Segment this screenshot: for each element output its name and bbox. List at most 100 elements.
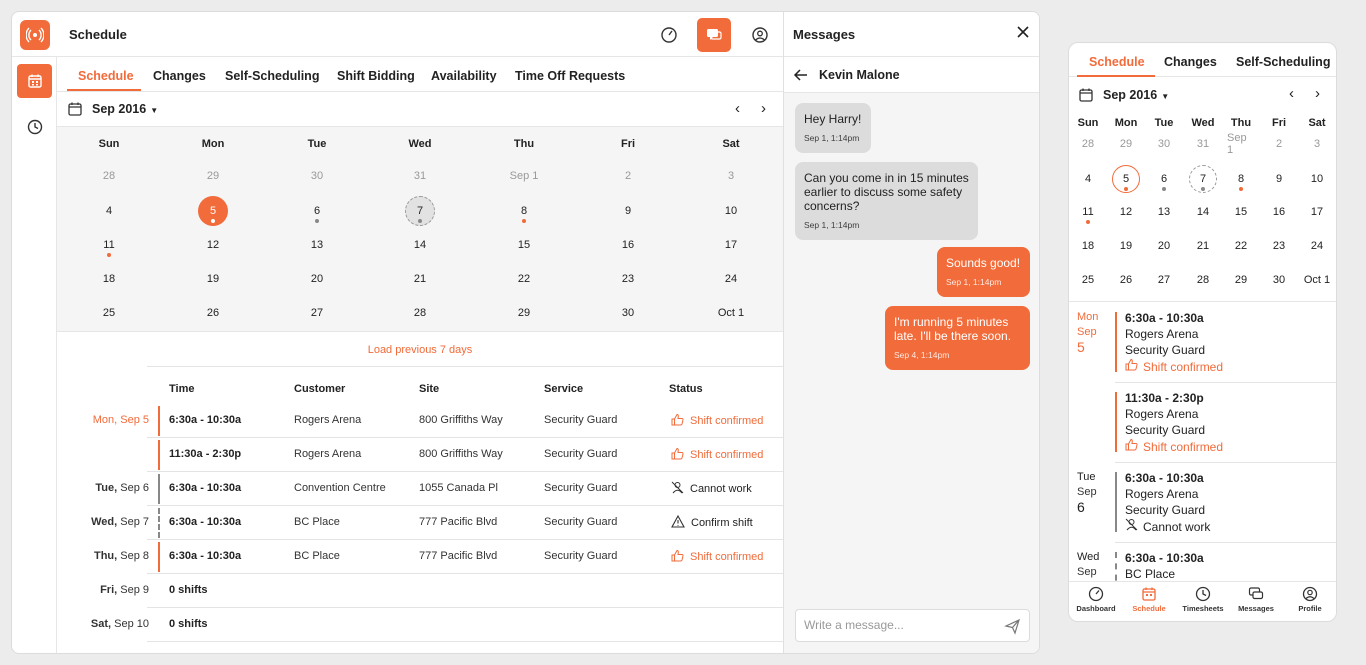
calendar-day[interactable]: 29 (1112, 130, 1140, 158)
nav-profile[interactable]: Profile (1283, 586, 1336, 613)
calendar-day[interactable]: 29 (198, 161, 228, 191)
calendar-day[interactable]: 30 (613, 298, 643, 328)
calendar-day[interactable]: 3 (716, 161, 746, 191)
calendar-day[interactable]: Sep 1 (509, 161, 539, 191)
close-icon[interactable] (1016, 25, 1030, 42)
calendar-day[interactable]: 16 (613, 230, 643, 260)
mobile-shift-card[interactable]: 6:30a - 10:30a BC Place (1115, 550, 1336, 581)
month-selector[interactable]: Sep 2016 ▼ (92, 102, 158, 116)
calendar-day[interactable]: 10 (716, 196, 746, 226)
shift-time[interactable]: 0 shifts (169, 618, 208, 630)
calendar-day[interactable]: 23 (613, 264, 643, 294)
calendar-day[interactable]: 14 (1189, 198, 1217, 226)
calendar-day[interactable]: 4 (1074, 165, 1102, 193)
calendar-day[interactable]: 12 (1112, 198, 1140, 226)
mobile-shift-card[interactable]: 11:30a - 2:30p Rogers Arena Security Guard… (1115, 390, 1336, 455)
calendar-day[interactable]: 26 (1112, 266, 1140, 294)
send-icon[interactable] (1004, 618, 1021, 638)
chevron-left-icon[interactable]: ‹ (1289, 85, 1294, 102)
calendar-day[interactable]: 27 (302, 298, 332, 328)
calendar-day[interactable]: 31 (405, 161, 435, 191)
tab-changes[interactable]: Changes (153, 69, 206, 83)
calendar-day[interactable]: 13 (1150, 198, 1178, 226)
calendar-day[interactable]: 17 (716, 230, 746, 260)
shift-status[interactable]: Shift confirmed (671, 549, 763, 565)
nav-schedule[interactable]: Schedule (1122, 586, 1176, 613)
app-logo-icon[interactable] (20, 20, 50, 50)
calendar-day[interactable]: 9 (613, 196, 643, 226)
calendar-day[interactable]: 20 (1150, 232, 1178, 260)
tab-self-scheduling[interactable]: Self-Scheduling (225, 69, 319, 83)
nav-messages[interactable]: Messages (1229, 586, 1283, 613)
calendar-day[interactable]: 15 (509, 230, 539, 260)
calendar-day[interactable]: 30 (1265, 266, 1293, 294)
calendar-day[interactable]: 3 (1303, 130, 1331, 158)
calendar-day[interactable]: 28 (405, 298, 435, 328)
profile-icon[interactable] (743, 18, 777, 52)
calendar-day[interactable]: 12 (198, 230, 228, 260)
calendar-day[interactable]: Sep 1 (1227, 130, 1255, 158)
chevron-left-icon[interactable]: ‹ (735, 100, 740, 117)
calendar-day[interactable]: 24 (1303, 232, 1331, 260)
calendar-day[interactable]: 29 (1227, 266, 1255, 294)
calendar-day[interactable]: 18 (94, 264, 124, 294)
nav-dashboard[interactable]: Dashboard (1069, 586, 1123, 613)
calendar-day[interactable]: 27 (1150, 266, 1178, 294)
calendar-day[interactable]: 21 (405, 264, 435, 294)
calendar-day[interactable]: 25 (1074, 266, 1102, 294)
calendar-day[interactable]: 21 (1189, 232, 1217, 260)
chevron-right-icon[interactable]: › (1315, 85, 1320, 102)
shift-status[interactable]: Shift confirmed (671, 413, 763, 429)
calendar-day[interactable]: 18 (1074, 232, 1102, 260)
mobile-shift-card[interactable]: 6:30a - 10:30a Rogers Arena Security Guard… (1115, 310, 1336, 375)
shift-time[interactable]: 11:30a - 2:30p (169, 448, 241, 460)
calendar-day[interactable]: 19 (1112, 232, 1140, 260)
calendar-day[interactable]: 14 (405, 230, 435, 260)
calendar-day[interactable]: 26 (198, 298, 228, 328)
calendar-day[interactable]: 30 (302, 161, 332, 191)
nav-timesheets[interactable]: Timesheets (1176, 586, 1230, 613)
calendar-day[interactable]: 13 (302, 230, 332, 260)
calendar-day[interactable]: 22 (509, 264, 539, 294)
calendar-day[interactable]: 10 (1303, 165, 1331, 193)
dashboard-icon[interactable] (652, 18, 686, 52)
calendar-day[interactable]: Oct 1 (716, 298, 746, 328)
calendar-day[interactable]: 31 (1189, 130, 1217, 158)
calendar-day[interactable]: 15 (1227, 198, 1255, 226)
calendar-day[interactable]: 29 (509, 298, 539, 328)
calendar-day[interactable]: 19 (198, 264, 228, 294)
tab-time-off-requests[interactable]: Time Off Requests (515, 69, 625, 83)
mobile-shift-card[interactable]: 6:30a - 10:30a Rogers Arena Security Guard… (1115, 470, 1336, 535)
tab-availability[interactable]: Availability (431, 69, 497, 83)
mobile-tab-self-scheduling[interactable]: Self-Scheduling (1236, 55, 1330, 69)
calendar-day[interactable]: 16 (1265, 198, 1293, 226)
calendar-day[interactable]: Oct 1 (1303, 266, 1331, 294)
shift-time[interactable]: 6:30a - 10:30a (169, 516, 241, 528)
shift-status[interactable]: Cannot work (671, 481, 752, 497)
shift-time[interactable]: 6:30a - 10:30a (169, 550, 241, 562)
calendar-day[interactable]: 28 (94, 161, 124, 191)
mobile-month-selector[interactable]: Sep 2016 ▼ (1103, 88, 1169, 102)
shift-time[interactable]: 6:30a - 10:30a (169, 414, 241, 426)
back-arrow-icon[interactable] (793, 68, 809, 85)
clock-icon[interactable] (17, 110, 52, 144)
shift-status[interactable]: Shift confirmed (671, 447, 763, 463)
chevron-right-icon[interactable]: › (761, 100, 766, 117)
calendar-day[interactable]: 24 (716, 264, 746, 294)
mobile-tab-changes[interactable]: Changes (1164, 55, 1217, 69)
calendar-day[interactable]: 2 (613, 161, 643, 191)
message-input[interactable] (804, 618, 994, 632)
tab-shift-bidding[interactable]: Shift Bidding (337, 69, 415, 83)
calendar-day[interactable]: 30 (1150, 130, 1178, 158)
load-previous-link[interactable]: Load previous 7 days (57, 344, 783, 356)
messages-icon[interactable] (697, 18, 731, 52)
calendar-day[interactable]: 20 (302, 264, 332, 294)
calendar-day[interactable]: 22 (1227, 232, 1255, 260)
calendar-day[interactable]: 9 (1265, 165, 1293, 193)
calendar-day[interactable]: 4 (94, 196, 124, 226)
tab-schedule[interactable]: Schedule (78, 69, 134, 83)
calendar-day[interactable]: 25 (94, 298, 124, 328)
shift-time[interactable]: 0 shifts (169, 584, 208, 596)
calendar-day[interactable]: 28 (1074, 130, 1102, 158)
calendar-day[interactable]: 2 (1265, 130, 1293, 158)
